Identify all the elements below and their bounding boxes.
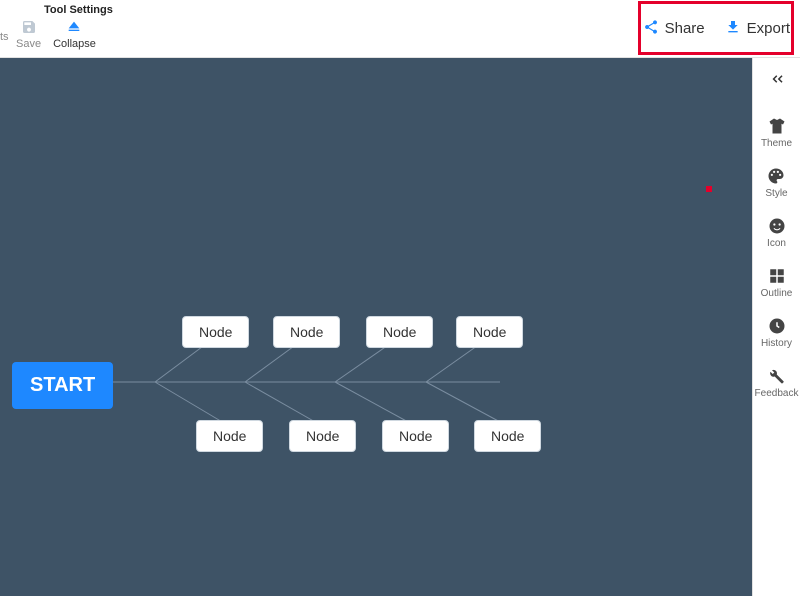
canvas[interactable]: START Node Node Node Node Node Node Node… xyxy=(0,58,752,596)
share-button[interactable]: Share xyxy=(643,19,705,39)
style-label: Style xyxy=(765,188,787,199)
collapse-label: Collapse xyxy=(53,38,96,50)
node-bottom-2[interactable]: Node xyxy=(289,420,356,452)
feedback-label: Feedback xyxy=(755,388,799,399)
collapse-icon xyxy=(65,18,83,36)
marker-dot xyxy=(706,186,712,192)
save-icon xyxy=(20,18,38,36)
chevron-double-left-icon xyxy=(768,75,786,92)
collapse-button[interactable]: Collapse xyxy=(53,18,96,50)
theme-label: Theme xyxy=(761,138,792,149)
node-bottom-3[interactable]: Node xyxy=(382,420,449,452)
history-button[interactable]: History xyxy=(761,317,792,349)
truncated-text: ts xyxy=(0,31,10,57)
node-bottom-4[interactable]: Node xyxy=(474,420,541,452)
node-top-1[interactable]: Node xyxy=(182,316,249,348)
export-button[interactable]: Export xyxy=(725,19,790,39)
wrench-icon xyxy=(767,367,785,385)
share-icon xyxy=(643,19,659,39)
palette-icon xyxy=(767,167,785,185)
start-label: START xyxy=(30,374,95,396)
node-top-4[interactable]: Node xyxy=(456,316,523,348)
tool-settings-title: Tool Settings xyxy=(16,4,113,16)
start-node[interactable]: START xyxy=(12,362,113,409)
grid-icon xyxy=(768,267,786,285)
outline-label: Outline xyxy=(761,288,793,299)
save-button[interactable]: Save xyxy=(16,18,41,50)
save-label: Save xyxy=(16,38,41,50)
shirt-icon xyxy=(768,117,786,135)
share-label: Share xyxy=(665,20,705,37)
export-icon xyxy=(725,19,741,39)
style-button[interactable]: Style xyxy=(765,167,787,199)
node-top-2[interactable]: Node xyxy=(273,316,340,348)
history-label: History xyxy=(761,338,792,349)
smiley-icon xyxy=(768,217,786,235)
node-bottom-1[interactable]: Node xyxy=(196,420,263,452)
clock-icon xyxy=(768,317,786,335)
icon-button[interactable]: Icon xyxy=(767,217,786,249)
node-top-3[interactable]: Node xyxy=(366,316,433,348)
feedback-button[interactable]: Feedback xyxy=(755,367,799,399)
export-label: Export xyxy=(747,20,790,37)
top-toolbar: ts Tool Settings Save Collapse Share xyxy=(0,0,800,58)
theme-button[interactable]: Theme xyxy=(761,117,792,149)
right-sidebar: Theme Style Icon Outline History Feedbac… xyxy=(752,58,800,596)
icon-label: Icon xyxy=(767,238,786,249)
outline-button[interactable]: Outline xyxy=(761,267,793,299)
tool-settings-group: Tool Settings Save Collapse xyxy=(10,0,119,54)
sidebar-collapse-button[interactable] xyxy=(768,70,786,93)
